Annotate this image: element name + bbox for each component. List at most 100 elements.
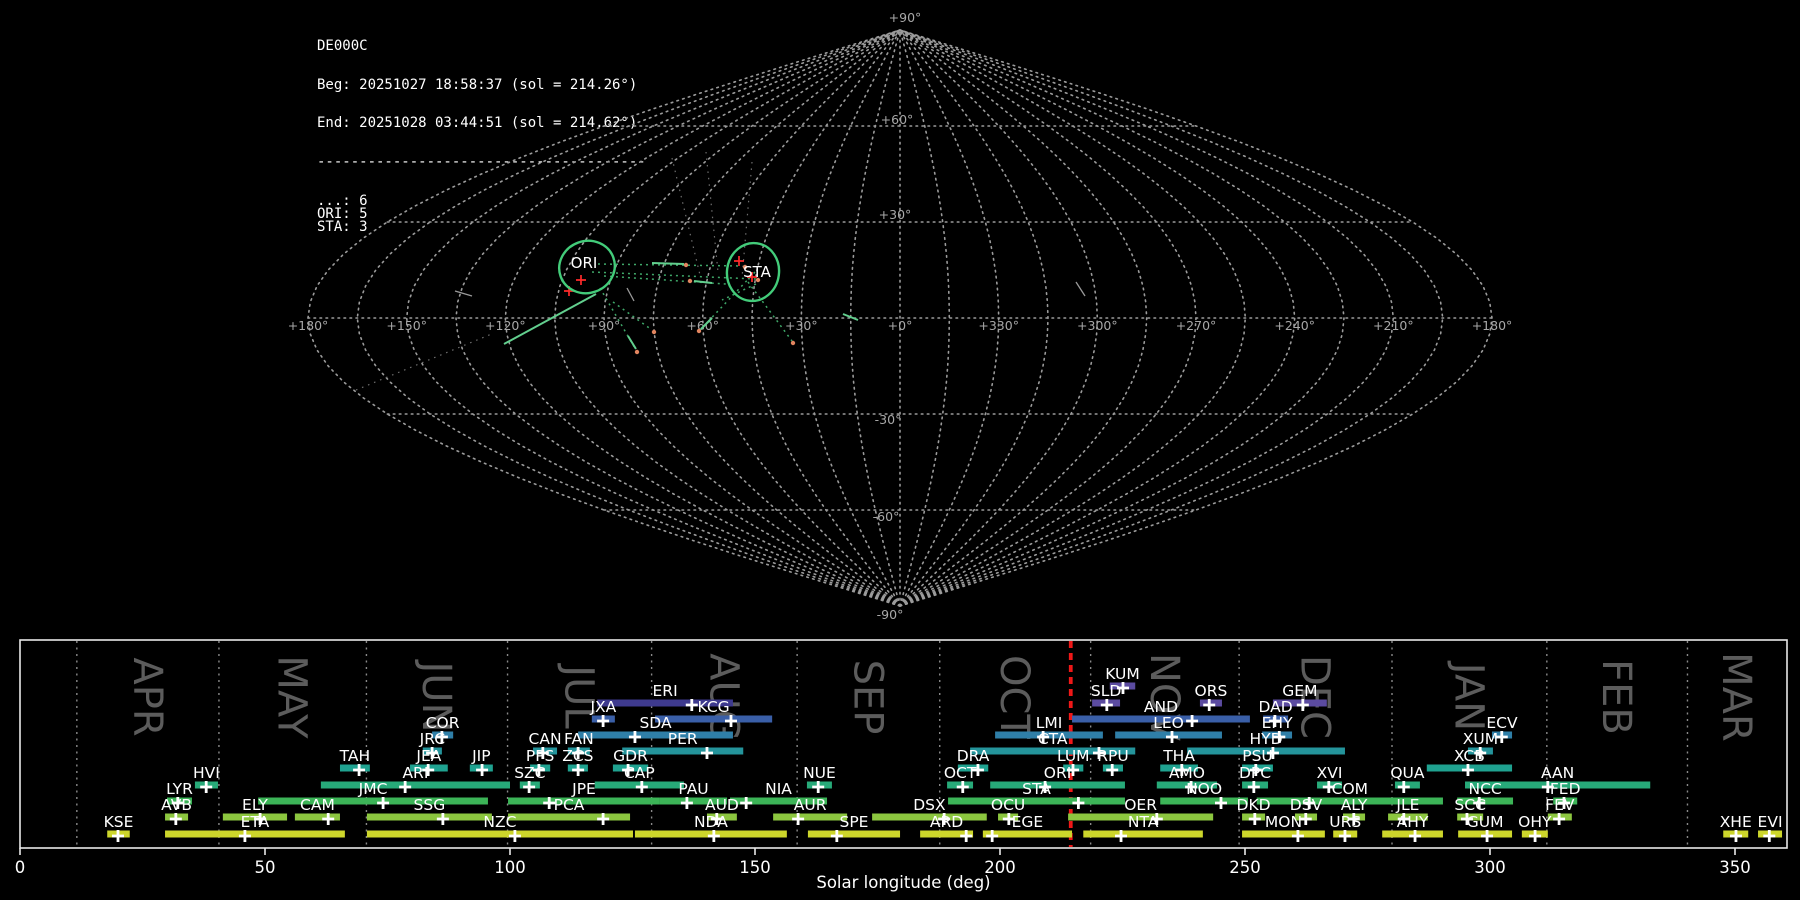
- sporadic-meteor-trail: [672, 158, 700, 275]
- shower-label-AHY: AHY: [1397, 813, 1429, 831]
- ecliptic-longitude-label: +150°: [386, 318, 427, 333]
- ecliptic-longitude-label: +120°: [485, 318, 526, 333]
- shower-label-JLE: JLE: [1395, 796, 1419, 814]
- axis-tick-label: 100: [494, 858, 526, 877]
- axis-tick-label: 50: [255, 858, 276, 877]
- shower-label-ARD: ARD: [930, 813, 963, 831]
- ecliptic-longitude-label: +180°: [288, 318, 329, 333]
- ecliptic-longitude-label: +60°: [686, 318, 719, 333]
- ecliptic-longitude-label: +0°: [888, 318, 913, 333]
- shower-label-SZC: SZC: [514, 764, 545, 782]
- shower-bar-STA: [948, 798, 1125, 805]
- sporadic-meteor-segment: [455, 291, 472, 296]
- shower-label-THA: THA: [1162, 747, 1195, 765]
- shower-label-KSE: KSE: [104, 813, 134, 831]
- shower-label-FEV: FEV: [1545, 796, 1575, 814]
- ecliptic-longitude-label: +300°: [1077, 318, 1118, 333]
- shower-bar-ORI: [990, 782, 1125, 789]
- shower-label-FAN: FAN: [564, 730, 594, 748]
- shower-label-NOO: NOO: [1186, 780, 1222, 798]
- shower-label-LUM: LUM: [1057, 747, 1090, 765]
- shower-label-LEO: LEO: [1153, 714, 1184, 732]
- meteor-segment: [652, 263, 684, 264]
- radiant-label-STA: STA: [743, 263, 772, 281]
- shower-label-EGE: EGE: [1012, 813, 1044, 831]
- sporadic-meteor-segment: [1076, 282, 1085, 296]
- shower-label-GUM: GUM: [1467, 813, 1504, 831]
- shower-bar-ETA: [165, 831, 345, 838]
- shower-label-NZC: NZC: [483, 813, 516, 831]
- trail-endpoint-dot: [688, 279, 692, 283]
- shower-label-NUE: NUE: [803, 764, 836, 782]
- shower-bar-MON: [1242, 831, 1325, 838]
- shower-bar-NZC: [367, 831, 633, 838]
- shower-label-SLD: SLD: [1091, 682, 1121, 700]
- shower-label-NIA: NIA: [765, 780, 792, 798]
- shower-bar-AUR: [773, 814, 847, 821]
- ecliptic-longitude-label: +270°: [1176, 318, 1217, 333]
- shower-label-NDA: NDA: [694, 813, 728, 831]
- meteor-trail: [592, 272, 756, 279]
- ecliptic-longitude-label: +90°: [588, 318, 621, 333]
- shower-label-CTA: CTA: [1038, 730, 1068, 748]
- ecliptic-longitude-label: +240°: [1274, 318, 1315, 333]
- month-label-MAY: MAY: [269, 655, 315, 739]
- shower-label-KUM: KUM: [1105, 665, 1139, 683]
- shower-label-AUD: AUD: [705, 796, 739, 814]
- trail-endpoint-dot: [697, 329, 701, 333]
- shower-label-DKD: DKD: [1237, 796, 1271, 814]
- ecliptic-latitude-label: +60°: [881, 112, 914, 127]
- meteor-radiant-monitor: DE000C Beg: 20251027 18:58:37 (sol = 214…: [0, 0, 1800, 900]
- shower-label-ERI: ERI: [653, 682, 678, 700]
- shower-bar-SSG: [367, 814, 492, 821]
- shower-label-ORS: ORS: [1195, 682, 1228, 700]
- shower-label-OHY: OHY: [1518, 813, 1552, 831]
- shower-label-SPE: SPE: [839, 813, 868, 831]
- meteor-segment: [694, 281, 712, 283]
- ecliptic-longitude-label: +30°: [785, 318, 818, 333]
- shower-label-OCT: OCT: [944, 764, 977, 782]
- shower-label-AUR: AUR: [794, 796, 827, 814]
- shower-bar-NTA: [1083, 831, 1203, 838]
- month-label-SEP: SEP: [844, 660, 890, 735]
- shower-label-EVI: EVI: [1758, 813, 1783, 831]
- axis-tick-label: 0: [15, 858, 26, 877]
- shower-label-SCC: SCC: [1454, 796, 1485, 814]
- ecliptic-latitude-label: -30°: [875, 412, 902, 427]
- shower-label-SSG: SSG: [414, 796, 446, 814]
- ecliptic-longitude-label: +180°: [1472, 318, 1513, 333]
- axis-tick-label: 350: [1719, 858, 1751, 877]
- axis-tick-label: 250: [1229, 858, 1261, 877]
- shower-label-JEA: JEA: [415, 747, 441, 765]
- shower-label-JRC: JRC: [419, 730, 445, 748]
- shower-label-JXA: JXA: [589, 698, 616, 716]
- shower-label-DSV: DSV: [1290, 796, 1323, 814]
- shower-label-NTA: NTA: [1128, 813, 1159, 831]
- ecliptic-latitude-label: -90°: [877, 607, 904, 622]
- shower-label-TAH: TAH: [339, 747, 371, 765]
- shower-label-URS: URS: [1329, 813, 1361, 831]
- shower-label-HVI: HVI: [193, 764, 220, 782]
- shower-label-PSU: PSU: [1242, 747, 1273, 765]
- ecliptic-latitude-label: +90°: [889, 10, 922, 25]
- shower-label-DSX: DSX: [913, 796, 946, 814]
- meteor-mark: [576, 275, 586, 285]
- shower-bar-SDA: [578, 732, 733, 739]
- shower-label-OER: OER: [1124, 796, 1157, 814]
- shower-label-ALY: ALY: [1341, 796, 1368, 814]
- shower-label-MON: MON: [1265, 813, 1302, 831]
- shower-label-QUA: QUA: [1390, 764, 1425, 782]
- shower-label-XCB: XCB: [1454, 747, 1485, 765]
- month-label-FEB: FEB: [1593, 659, 1639, 735]
- shower-label-JIP: JIP: [471, 747, 491, 765]
- shower-label-GDR: GDR: [613, 747, 648, 765]
- shower-label-ETA: ETA: [241, 813, 270, 831]
- shower-label-PCA: PCA: [554, 796, 585, 814]
- shower-label-PER: PER: [668, 730, 698, 748]
- trail-endpoint-dot: [791, 341, 795, 345]
- shower-bar-PCA: [508, 814, 630, 821]
- ecliptic-longitude-label: +330°: [978, 318, 1019, 333]
- shower-label-CAM: CAM: [300, 796, 335, 814]
- month-label-AUG: AUG: [700, 653, 746, 741]
- x-axis-title: Solar longitude (deg): [816, 873, 990, 892]
